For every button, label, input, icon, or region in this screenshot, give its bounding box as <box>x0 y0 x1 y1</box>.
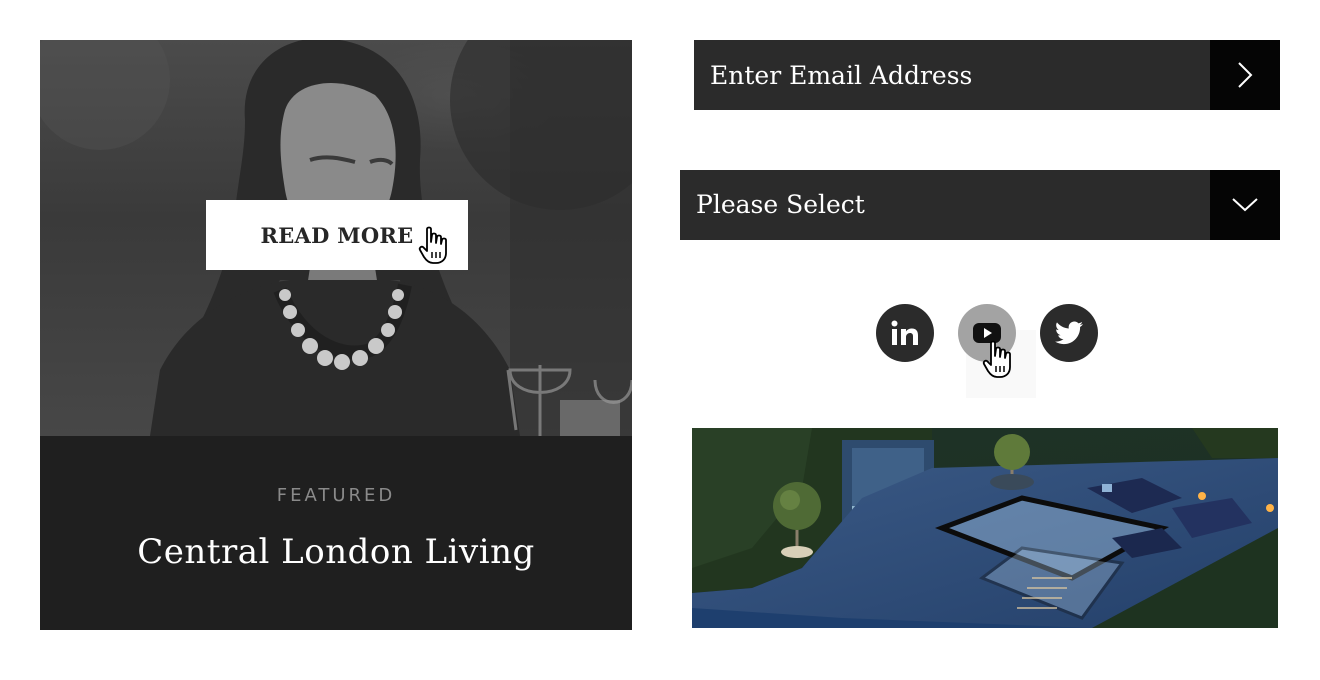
linkedin-button[interactable] <box>876 304 934 362</box>
chevron-right-icon <box>1238 62 1253 88</box>
email-field[interactable] <box>694 40 1210 110</box>
rooftop-garden-photo <box>692 428 1278 628</box>
twitter-icon <box>1055 321 1083 345</box>
featured-card[interactable]: READ MORE FEATURED Central London Living <box>40 40 632 630</box>
dropdown-toggle[interactable] <box>1210 170 1280 240</box>
promo-image[interactable] <box>692 428 1278 628</box>
email-signup <box>694 40 1280 110</box>
youtube-button[interactable] <box>958 304 1016 362</box>
youtube-icon <box>973 323 1001 343</box>
featured-photo[interactable]: READ MORE <box>40 40 632 436</box>
read-more-button[interactable]: READ MORE <box>206 200 468 270</box>
please-select-dropdown[interactable]: Please Select <box>680 170 1280 240</box>
social-links <box>876 304 1098 362</box>
featured-title[interactable]: Central London Living <box>40 532 632 572</box>
read-more-label: READ MORE <box>260 222 414 248</box>
twitter-button[interactable] <box>1040 304 1098 362</box>
linkedin-icon <box>891 320 918 345</box>
featured-label: FEATURED <box>276 485 396 506</box>
email-submit-button[interactable] <box>1210 40 1280 110</box>
dropdown-selected-value: Please Select <box>696 190 865 219</box>
chevron-down-icon <box>1232 198 1258 212</box>
